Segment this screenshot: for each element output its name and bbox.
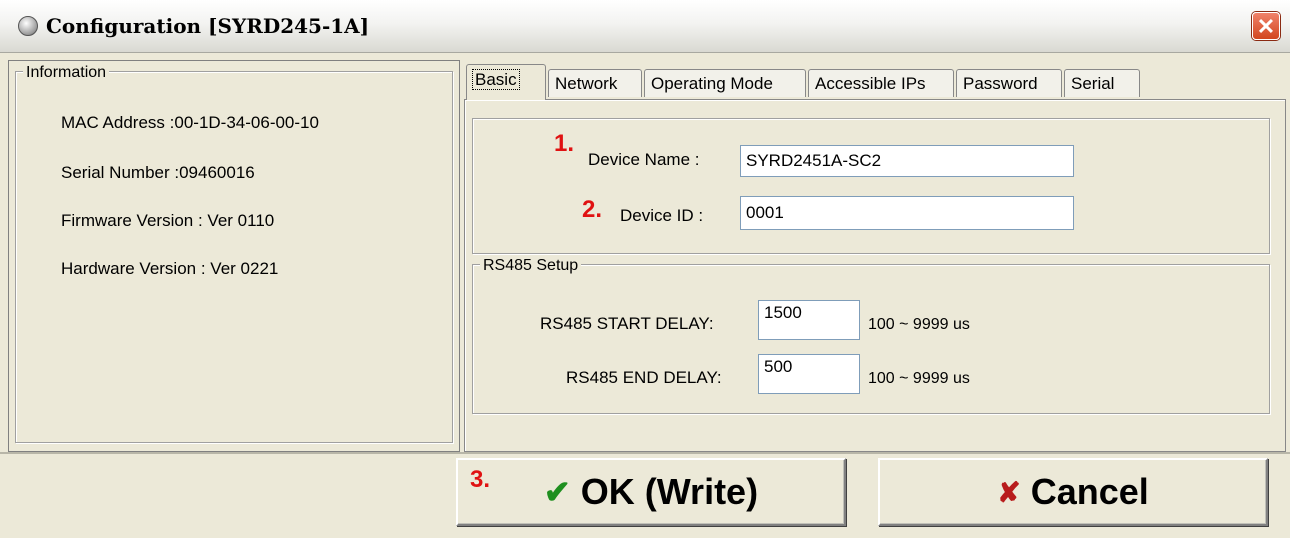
device-id-field[interactable] — [740, 196, 1074, 230]
close-button[interactable]: ✕ — [1252, 12, 1280, 40]
rs485-end-delay-field[interactable] — [758, 354, 860, 394]
tab-password[interactable]: Password — [956, 69, 1062, 97]
step-2-marker: 2. — [582, 196, 603, 223]
title-bar[interactable]: Configuration [SYRD245-1A] ✕ — [0, 0, 1290, 53]
check-icon: ✔ — [543, 474, 571, 510]
tab-network[interactable]: Network — [548, 69, 642, 97]
mac-address-text: MAC Address :00-1D-34-06-00-10 — [61, 113, 319, 132]
firmware-version-text: Firmware Version : Ver 0110 — [61, 211, 275, 230]
ok-write-button[interactable]: ✔ OK (Write) — [456, 458, 846, 526]
configuration-dialog: Configuration [SYRD245-1A] ✕ Information… — [0, 0, 1290, 538]
app-icon — [18, 16, 38, 36]
rs485-end-delay-range: 100 ~ 9999 us — [868, 370, 970, 387]
cancel-button[interactable]: ✘ Cancel — [878, 458, 1268, 526]
tab-serial[interactable]: Serial — [1064, 69, 1140, 97]
serial-number-text: Serial Number :09460016 — [61, 163, 255, 182]
information-panel: Information MAC Address :00-1D-34-06-00-… — [8, 60, 460, 452]
tab-operating-mode[interactable]: Operating Mode — [644, 69, 806, 97]
step-1-marker: 1. — [554, 130, 575, 157]
step-3-marker: 3. — [470, 466, 491, 493]
hardware-version-text: Hardware Version : Ver 0221 — [61, 259, 279, 278]
rs485-start-delay-label: RS485 START DELAY: — [540, 314, 714, 333]
tab-accessible-ips[interactable]: Accessible IPs — [808, 69, 954, 97]
rs485-start-delay-range: 100 ~ 9999 us — [868, 316, 970, 333]
tab-basic[interactable]: Basic — [466, 64, 546, 100]
information-legend: Information — [23, 64, 110, 82]
device-group — [472, 118, 1270, 254]
cancel-label: Cancel — [1030, 471, 1149, 512]
rs485-start-delay-field[interactable] — [758, 300, 860, 340]
x-icon: ✘ — [997, 476, 1021, 508]
rs485-setup-group — [472, 264, 1270, 414]
device-id-label: Device ID : — [620, 206, 704, 225]
tab-basic-label: Basic — [472, 69, 520, 90]
device-name-field[interactable] — [740, 145, 1074, 177]
rs485-end-delay-label: RS485 END DELAY: — [566, 368, 722, 387]
window-title: Configuration [SYRD245-1A] — [46, 14, 370, 38]
device-name-label: Device Name : — [588, 150, 700, 169]
ok-write-label: OK (Write) — [580, 471, 759, 512]
rs485-setup-legend: RS485 Setup — [480, 257, 582, 275]
